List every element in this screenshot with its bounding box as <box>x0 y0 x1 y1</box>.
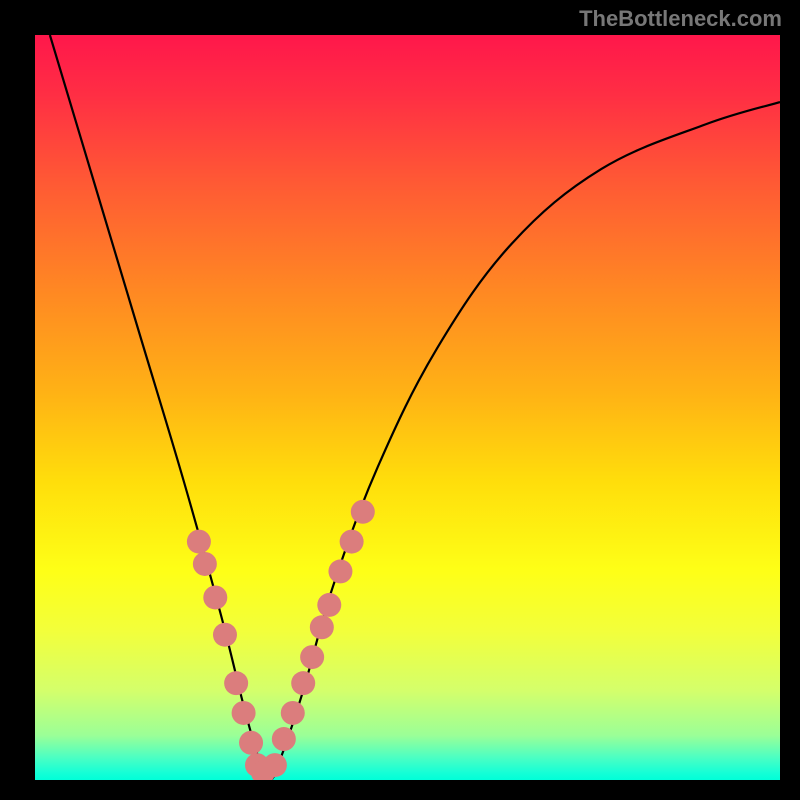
plot-area <box>35 35 780 780</box>
marker-dot <box>328 559 352 583</box>
bottleneck-curve <box>50 35 780 780</box>
marker-dot <box>351 500 375 524</box>
marker-dot <box>263 753 287 777</box>
marker-dot <box>281 701 305 725</box>
marker-dot <box>203 585 227 609</box>
marker-dot <box>300 645 324 669</box>
marker-dot <box>224 671 248 695</box>
marker-dot <box>239 731 263 755</box>
marker-dot <box>193 552 217 576</box>
watermark-text: TheBottleneck.com <box>579 6 782 32</box>
marker-dot <box>213 623 237 647</box>
marker-dot <box>317 593 341 617</box>
marker-dot <box>232 701 256 725</box>
marker-dot <box>187 530 211 554</box>
marker-group <box>187 500 375 780</box>
marker-dot <box>310 615 334 639</box>
chart-svg <box>35 35 780 780</box>
marker-dot <box>340 530 364 554</box>
marker-dot <box>291 671 315 695</box>
marker-dot <box>272 727 296 751</box>
